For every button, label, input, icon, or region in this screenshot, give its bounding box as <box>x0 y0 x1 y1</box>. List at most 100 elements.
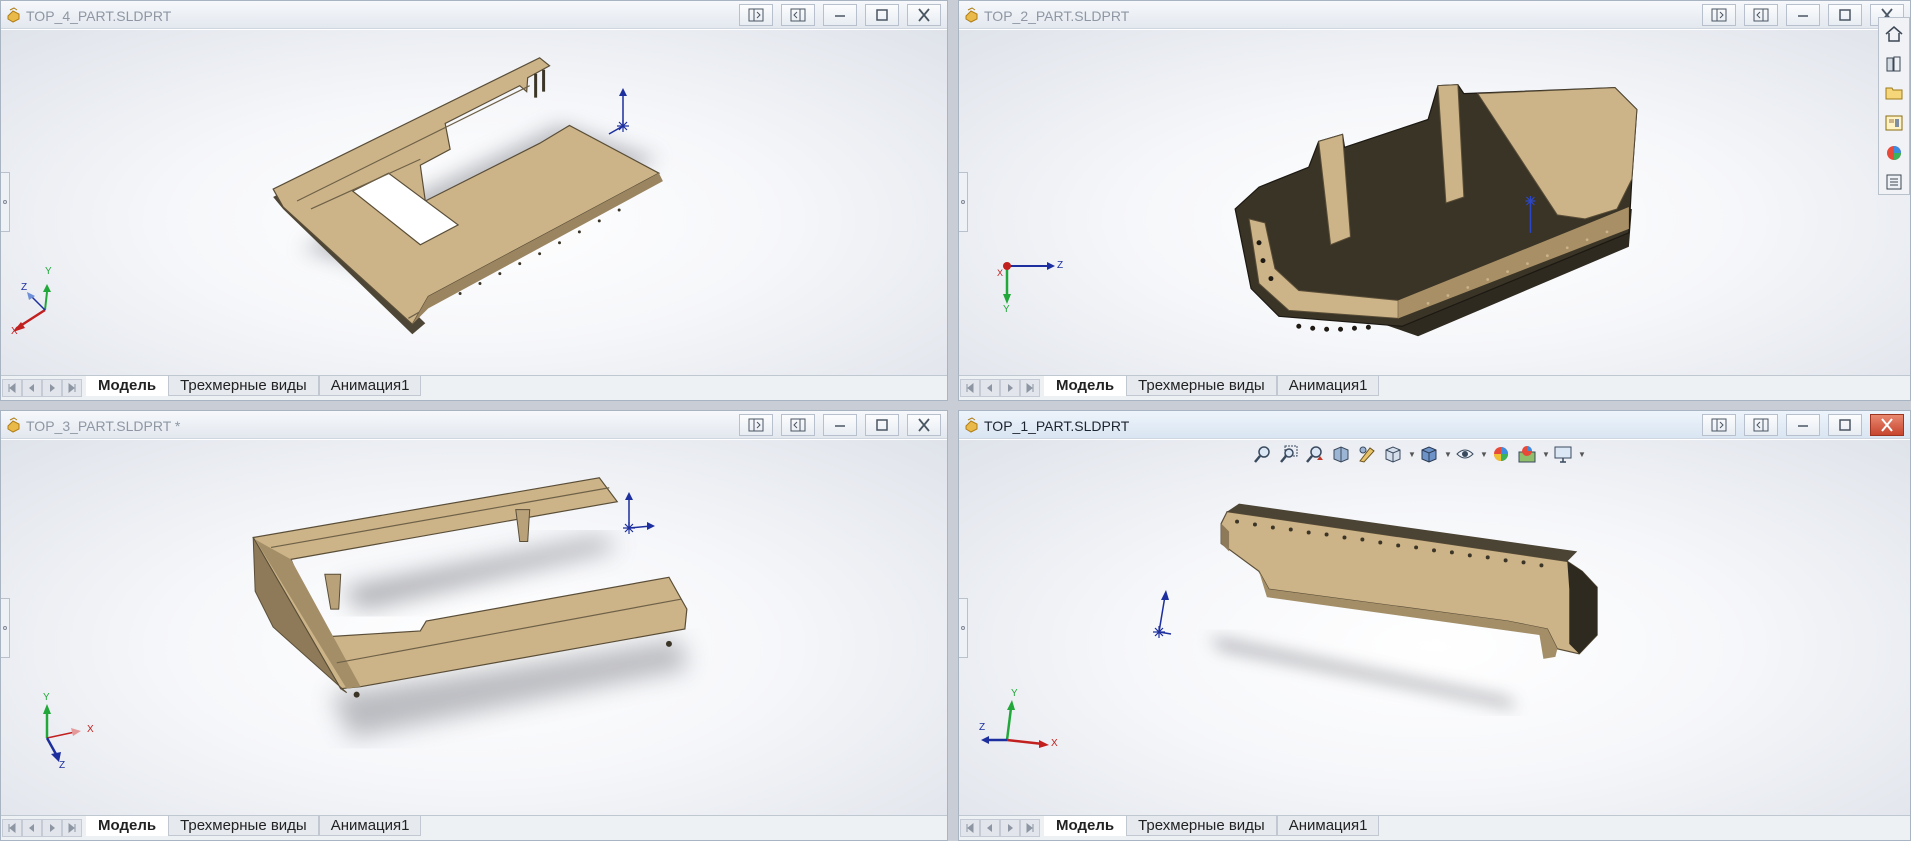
maximize-icon <box>876 9 888 21</box>
minimize-button[interactable] <box>823 4 857 26</box>
next-tab-button[interactable] <box>42 379 62 397</box>
window-titlebar[interactable]: TOP_1_PART.SLDPRT <box>959 411 1910 439</box>
last-tab-button[interactable] <box>1020 819 1040 837</box>
design-library-icon <box>1886 56 1901 71</box>
window-titlebar[interactable]: TOP_3_PART.SLDPRT * <box>1 411 947 439</box>
tab-animation[interactable]: Анимация1 <box>1276 376 1380 396</box>
part-model-top-4 <box>272 57 663 335</box>
minimize-button[interactable] <box>823 414 857 436</box>
minimize-button[interactable] <box>1786 4 1820 26</box>
document-window-top-3[interactable]: TOP_3_PART.SLDPRT * Y X Z Модель Трехмер… <box>0 410 948 841</box>
view-palette-icon <box>1885 115 1903 131</box>
close-button[interactable] <box>1870 414 1904 436</box>
axis-label-z: Z <box>1057 260 1064 271</box>
window-titlebar[interactable]: TOP_4_PART.SLDPRT <box>1 1 947 29</box>
tile-horizontal-button[interactable] <box>1702 4 1736 26</box>
task-home-button[interactable] <box>1882 22 1906 46</box>
graphics-area[interactable]: Y X Z <box>1 440 947 815</box>
model-tabs-bar: Модель Трехмерные виды Анимация1 <box>959 815 1910 840</box>
axis-label-y: Y <box>45 266 52 277</box>
tab-scroll-arrows[interactable] <box>2 379 82 397</box>
tab-model[interactable]: Модель <box>1044 816 1127 836</box>
last-tab-button[interactable] <box>1020 379 1040 397</box>
window-title: TOP_2_PART.SLDPRT <box>984 8 1130 24</box>
tab-animation[interactable]: Анимация1 <box>318 376 422 396</box>
minimize-button[interactable] <box>1786 414 1820 436</box>
tab-animation[interactable]: Анимация1 <box>318 816 422 836</box>
task-pane-tabs <box>1878 17 1910 195</box>
document-window-top-2[interactable]: TOP_2_PART.SLDPRT Z Y X Модель Трехмерны… <box>958 0 1911 401</box>
maximize-icon <box>876 419 888 431</box>
graphics-area[interactable]: ▼ ▼ ▼ ▼ ▼ Y Z X <box>959 440 1910 815</box>
graphics-area[interactable]: Z Y X <box>959 30 1910 375</box>
next-tab-button[interactable] <box>1000 379 1020 397</box>
graphics-area[interactable]: Y Z X <box>1 30 947 375</box>
task-appearances-button[interactable] <box>1882 141 1906 165</box>
prev-icon <box>29 824 34 832</box>
tab-scroll-arrows[interactable] <box>960 819 1040 837</box>
close-icon <box>918 418 930 432</box>
prev-tab-button[interactable] <box>980 819 1000 837</box>
first-tab-button[interactable] <box>960 379 980 397</box>
tab-scroll-arrows[interactable] <box>2 819 82 837</box>
close-button[interactable] <box>907 414 941 436</box>
axis-label-x: X <box>11 326 18 337</box>
prev-tab-button[interactable] <box>980 379 1000 397</box>
window-title: TOP_4_PART.SLDPRT <box>26 8 172 24</box>
tab-model[interactable]: Модель <box>86 376 169 396</box>
tab-3d-views[interactable]: Трехмерные виды <box>168 816 319 836</box>
task-custom-properties-button[interactable] <box>1882 170 1906 194</box>
tile-vertical-button[interactable] <box>1744 4 1778 26</box>
maximize-icon <box>1839 9 1851 21</box>
tab-animation[interactable]: Анимация1 <box>1276 816 1380 836</box>
axis-label-y: Y <box>1003 304 1010 315</box>
first-tab-button[interactable] <box>960 819 980 837</box>
tab-scroll-arrows[interactable] <box>960 379 1040 397</box>
tile-horizontal-button[interactable] <box>739 414 773 436</box>
next-tab-button[interactable] <box>42 819 62 837</box>
tile-horizontal-button[interactable] <box>739 4 773 26</box>
tile-horizontal-button[interactable] <box>1702 414 1736 436</box>
next-tab-button[interactable] <box>1000 819 1020 837</box>
axis-label-z: Z <box>59 760 66 771</box>
tab-3d-views[interactable]: Трехмерные виды <box>1126 816 1277 836</box>
part-document-icon <box>965 7 978 23</box>
first-tab-button[interactable] <box>2 379 22 397</box>
close-button[interactable] <box>907 4 941 26</box>
first-tab-button[interactable] <box>2 819 22 837</box>
tab-model[interactable]: Модель <box>1044 376 1127 396</box>
maximize-button[interactable] <box>865 4 899 26</box>
axis-label-y: Y <box>43 692 50 703</box>
window-title: TOP_3_PART.SLDPRT * <box>26 418 181 434</box>
window-titlebar[interactable]: TOP_2_PART.SLDPRT <box>959 1 1910 29</box>
first-icon <box>966 823 974 833</box>
document-window-top-1[interactable]: TOP_1_PART.SLDPRT ▼ ▼ ▼ ▼ ▼ Y Z X Модель… <box>958 410 1911 841</box>
prev-icon <box>987 824 992 832</box>
tab-model[interactable]: Модель <box>86 816 169 836</box>
maximize-icon <box>1839 419 1851 431</box>
axis-label-y: Y <box>1011 688 1018 699</box>
tile-vertical-button[interactable] <box>1744 414 1778 436</box>
last-tab-button[interactable] <box>62 819 82 837</box>
tile-vertical-button[interactable] <box>781 414 815 436</box>
prev-tab-button[interactable] <box>22 819 42 837</box>
task-view-palette-button[interactable] <box>1882 111 1906 135</box>
task-design-library-button[interactable] <box>1882 52 1906 76</box>
task-file-explorer-button[interactable] <box>1882 81 1906 105</box>
prev-tab-button[interactable] <box>22 379 42 397</box>
tab-3d-views[interactable]: Трехмерные виды <box>1126 376 1277 396</box>
part-document-icon <box>7 417 20 433</box>
last-tab-button[interactable] <box>62 379 82 397</box>
reference-triad-marker <box>1145 588 1195 648</box>
maximize-button[interactable] <box>1828 414 1862 436</box>
part-document-icon <box>7 7 20 23</box>
axis-label-x: X <box>87 724 94 735</box>
file-explorer-icon <box>1885 87 1903 100</box>
tab-3d-views[interactable]: Трехмерные виды <box>168 376 319 396</box>
maximize-button[interactable] <box>1828 4 1862 26</box>
tile-horizontal-icon <box>1711 418 1727 432</box>
tile-vertical-button[interactable] <box>781 4 815 26</box>
next-icon <box>1008 384 1013 392</box>
maximize-button[interactable] <box>865 414 899 436</box>
document-window-top-4[interactable]: TOP_4_PART.SLDPRT Y Z X Модель Трехмерны… <box>0 0 948 401</box>
